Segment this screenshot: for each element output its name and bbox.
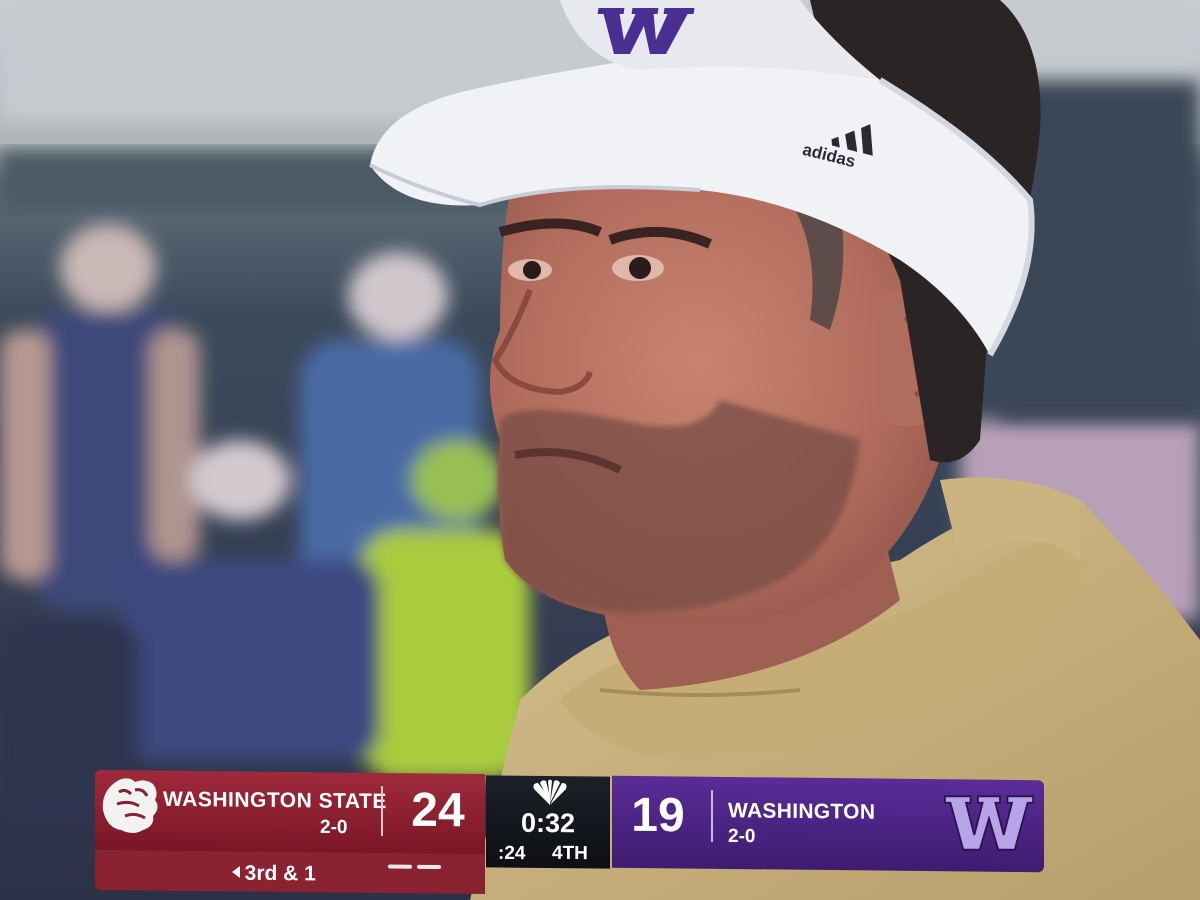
- washington-w-logo: [597, 8, 695, 54]
- away-team-record: 2-0: [320, 816, 348, 839]
- broadcast-scene: [0, 0, 1200, 900]
- home-team-name: WASHINGTON: [728, 799, 876, 824]
- home-divider: [711, 789, 713, 843]
- down-and-distance: 3rd & 1: [244, 861, 316, 886]
- home-team-score: 19: [631, 788, 685, 843]
- away-team-score: 24: [411, 783, 465, 838]
- cougar-head-icon: [102, 778, 158, 833]
- away-timeouts: [388, 856, 483, 870]
- home-team-record: 2-0: [728, 825, 756, 848]
- away-divider: [381, 785, 383, 837]
- away-team-name: WASHINGTON STATE: [163, 787, 387, 814]
- timeout-indicator: [417, 864, 441, 870]
- peacock-icon: [533, 779, 567, 805]
- washington-w-icon: [943, 795, 1035, 851]
- game-clock: 0:32: [520, 807, 576, 839]
- timeout-indicator: [388, 864, 412, 869]
- play-clock: :24: [498, 842, 526, 865]
- quarter-indicator: 4TH: [552, 842, 588, 865]
